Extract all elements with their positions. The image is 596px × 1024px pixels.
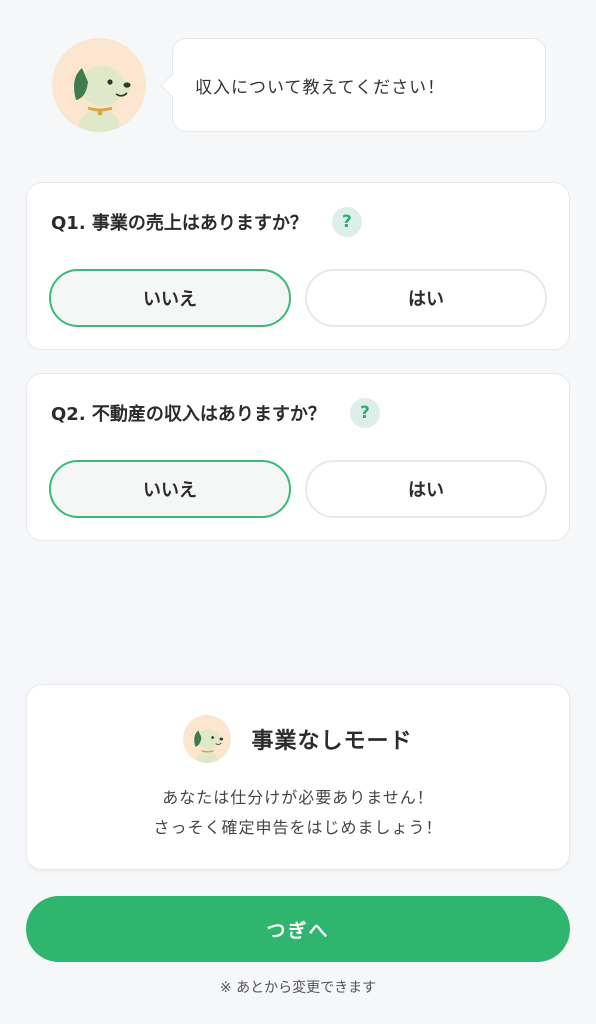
mode-header: 事業なしモード bbox=[27, 715, 569, 763]
question-mark-icon[interactable]: ? bbox=[331, 207, 362, 237]
page: 収入について教えてください！ Q1. 事業の売上はありますか？ ? いいえ はい… bbox=[0, 0, 596, 1024]
dog-mascot-icon bbox=[52, 38, 146, 132]
speech-bubble: 収入について教えてください！ bbox=[172, 38, 546, 132]
mode-message-line-1: あなたは仕分けが必要ありません！ bbox=[162, 788, 434, 807]
change-later-note: ※ あとから変更できます bbox=[219, 980, 377, 996]
question-2-title: Q2. 不動産の収入はありますか？ bbox=[51, 404, 326, 425]
mode-message-line-2: さっそく確定申告をはじめましょう！ bbox=[153, 818, 443, 837]
dog-mascot-icon bbox=[183, 715, 232, 763]
question-1-title-row: Q1. 事業の売上はありますか？ ? bbox=[51, 207, 362, 237]
header: 収入について教えてください！ bbox=[52, 38, 546, 134]
q2-yes-button[interactable]: はい bbox=[305, 460, 547, 518]
q1-no-button[interactable]: いいえ bbox=[49, 269, 291, 327]
question-card-1: Q1. 事業の売上はありますか？ ? いいえ はい bbox=[26, 182, 570, 350]
question-2-title-row: Q2. 不動産の収入はありますか？ ? bbox=[51, 398, 380, 428]
question-card-2: Q2. 不動産の収入はありますか？ ? いいえ はい bbox=[26, 373, 570, 541]
next-button[interactable]: つぎへ bbox=[26, 896, 570, 962]
mode-card: 事業なしモード あなたは仕分けが必要ありません！ さっそく確定申告をはじめましょ… bbox=[26, 684, 570, 870]
question-mark-icon[interactable]: ? bbox=[349, 398, 380, 428]
header-message: 収入について教えてください！ bbox=[195, 77, 446, 98]
mode-message: あなたは仕分けが必要ありません！ さっそく確定申告をはじめましょう！ bbox=[27, 783, 569, 843]
q1-yes-button[interactable]: はい bbox=[305, 269, 547, 327]
mode-title: 事業なしモード bbox=[251, 729, 413, 754]
question-1-title: Q1. 事業の売上はありますか？ bbox=[51, 213, 308, 234]
q2-no-button[interactable]: いいえ bbox=[49, 460, 291, 518]
